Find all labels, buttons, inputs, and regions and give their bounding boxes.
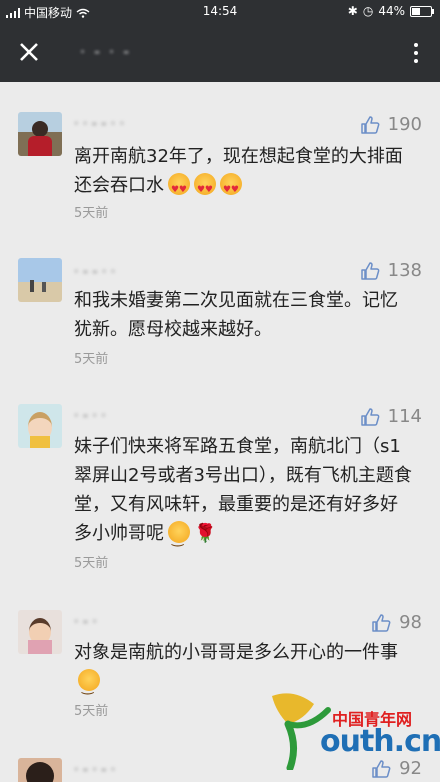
heart-eyes-emoji-icon xyxy=(220,173,242,205)
like-button[interactable]: 190 xyxy=(360,114,422,135)
battery-icon xyxy=(410,5,434,17)
like-count: 92 xyxy=(399,758,422,779)
heart-eyes-emoji-icon xyxy=(168,173,190,205)
thumbs-up-icon xyxy=(360,407,380,426)
comment-text: 对象是南航的小哥哥是多么开心的一件事 xyxy=(74,638,414,702)
more-options-icon[interactable] xyxy=(410,39,422,67)
comment-list[interactable]: · · - - · · 190 离开南航32年了，现在想起食堂的大排面还会吞口水… xyxy=(0,82,440,782)
avatar[interactable] xyxy=(18,404,62,448)
like-count: 114 xyxy=(387,406,422,427)
heart-eyes-emoji-icon xyxy=(194,173,216,205)
comment-time: 5天前 xyxy=(74,556,109,571)
like-count: 190 xyxy=(387,114,422,135)
commenter-name[interactable]: · - - · · xyxy=(74,264,115,280)
smile-emoji-icon xyxy=(78,669,100,702)
watermark-domain: outh.cn xyxy=(320,724,440,759)
comment-time: 5天前 xyxy=(74,704,109,719)
like-count: 98 xyxy=(399,612,422,633)
commenter-name[interactable]: · · - - · · xyxy=(74,116,124,132)
rose-emoji-icon: 🌹 xyxy=(194,523,217,544)
avatar[interactable] xyxy=(18,258,62,302)
smile-emoji-icon xyxy=(168,521,190,554)
close-icon[interactable] xyxy=(14,37,44,67)
page-title: · - · - xyxy=(80,42,131,61)
comment-time: 5天前 xyxy=(74,352,109,367)
thumbs-up-icon xyxy=(372,759,391,778)
battery-percent: 44% xyxy=(378,4,405,18)
status-bar: 中国移动 14:54 ✱ ◷ 44% xyxy=(0,0,440,22)
like-button[interactable]: 98 xyxy=(371,612,422,633)
title-bar: · - · - xyxy=(0,22,440,82)
like-count: 138 xyxy=(387,260,422,281)
comment-body: 和我未婚妻第二次见面就在三食堂。记忆犹新。愿母校越来越好。 xyxy=(74,290,398,340)
thumbs-up-icon xyxy=(360,115,380,134)
like-button[interactable]: 92 xyxy=(371,758,422,779)
like-button[interactable]: 138 xyxy=(360,260,422,281)
avatar[interactable] xyxy=(18,758,62,782)
thumbs-up-icon xyxy=(372,613,391,632)
thumbs-up-icon xyxy=(360,261,380,280)
commenter-name[interactable]: · - · - · xyxy=(74,762,115,778)
comment-text: 妹子们快来将军路五食堂，南航北门（s1翠屏山2号或者3号出口），既有飞机主题食堂… xyxy=(74,432,414,554)
avatar[interactable] xyxy=(18,610,62,654)
battery-level xyxy=(412,7,420,15)
comment-time: 5天前 xyxy=(74,206,109,221)
alarm-icon: ◷ xyxy=(362,4,374,18)
comment-text: 和我未婚妻第二次见面就在三食堂。记忆犹新。愿母校越来越好。 xyxy=(74,286,414,344)
commenter-name[interactable]: · - · xyxy=(74,614,97,630)
avatar[interactable] xyxy=(18,112,62,156)
bluetooth-icon: ✱ xyxy=(347,4,358,18)
commenter-name[interactable]: · - · · xyxy=(74,408,106,424)
like-button[interactable]: 114 xyxy=(360,406,422,427)
comment-body: 对象是南航的小哥哥是多么开心的一件事 xyxy=(74,642,398,663)
comment-body: 妹子们快来将军路五食堂，南航北门（s1翠屏山2号或者3号出口），既有飞机主题食堂… xyxy=(74,436,412,544)
comment-text: 离开南航32年了，现在想起食堂的大排面还会吞口水 xyxy=(74,142,414,205)
